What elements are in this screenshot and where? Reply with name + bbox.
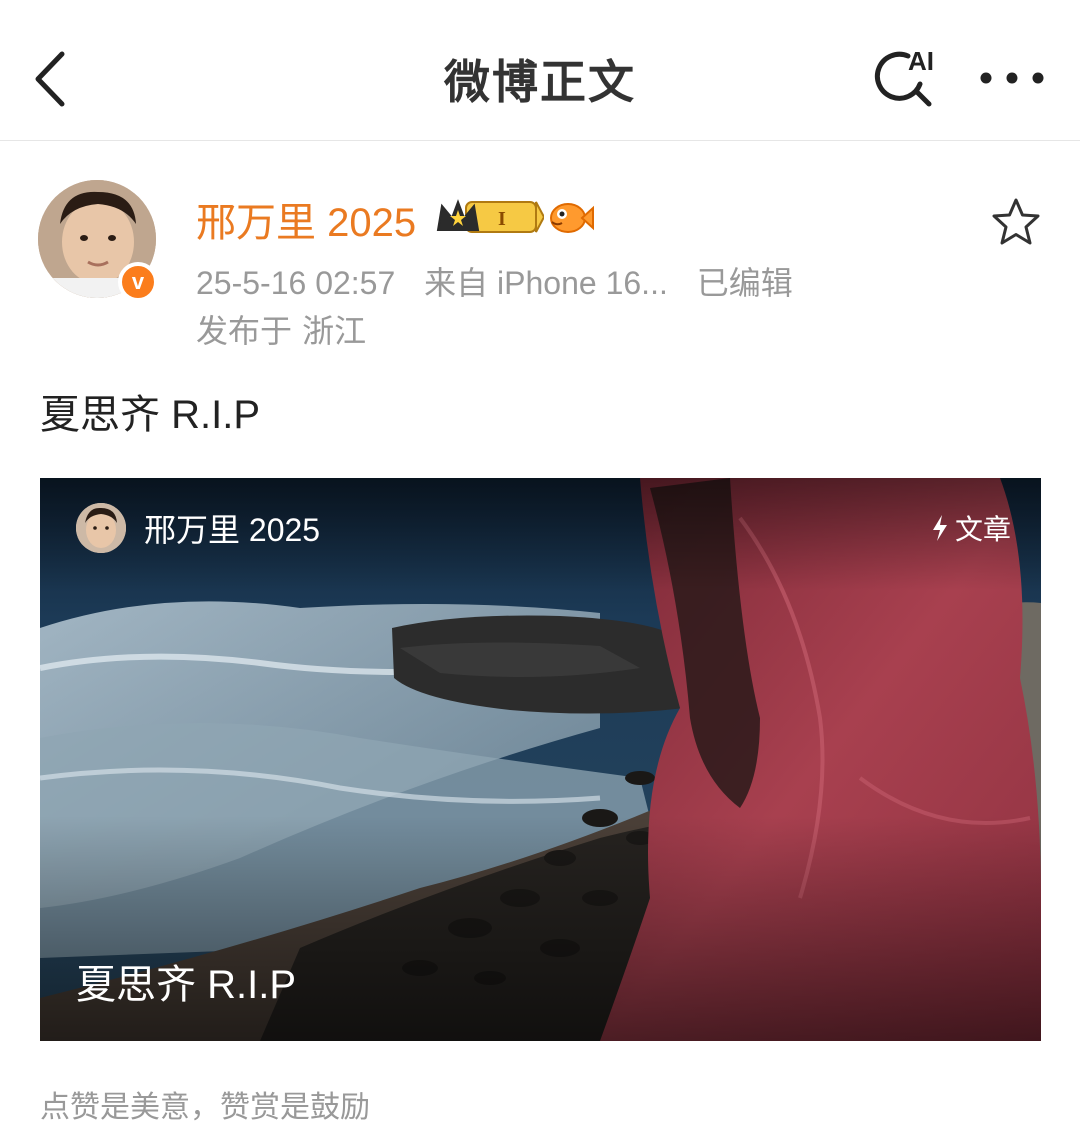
star-icon <box>992 198 1040 245</box>
post-text: 夏思齐 R.I.P <box>40 393 261 437</box>
more-button[interactable] <box>976 56 1048 100</box>
ai-label: AI <box>908 46 934 76</box>
article-card[interactable]: 邢万里 2025 文章 夏思齐 R.I.P <box>40 478 1041 1041</box>
card-author: 邢万里 2025 <box>76 502 320 554</box>
article-tag: 文章 <box>931 508 1011 548</box>
fish-badge-icon <box>550 203 594 233</box>
post-location: 发布于 浙江 <box>196 312 367 350</box>
post-timestamp: 25-5-16 02:57 <box>196 265 396 301</box>
author-name[interactable]: 邢万里 2025 <box>196 190 416 248</box>
favorite-button[interactable] <box>990 196 1042 248</box>
vip-crown-level-icon: I <box>436 199 544 233</box>
article-title: 夏思齐 R.I.P <box>76 963 297 1007</box>
post-meta: 25-5-16 02:57 来自 iPhone 16... 已编辑 <box>196 258 813 304</box>
more-dots-icon <box>980 72 1044 84</box>
lightning-icon <box>932 515 947 541</box>
post-source: 来自 iPhone 16... <box>424 265 668 301</box>
card-author-name: 邢万里 2025 <box>144 512 321 548</box>
svg-text:I: I <box>498 208 506 230</box>
card-author-avatar <box>76 503 126 553</box>
edited-label[interactable]: 已编辑 <box>697 265 793 301</box>
verified-badge: v <box>118 262 158 302</box>
reward-note: 点赞是美意，赞赏是鼓励 <box>40 1090 370 1125</box>
ai-search-button[interactable]: AI <box>868 40 942 114</box>
article-tag-label: 文章 <box>954 513 1011 546</box>
top-nav-bar: 微博正文 AI <box>0 0 1080 141</box>
ai-search-icon: AI <box>874 46 934 107</box>
